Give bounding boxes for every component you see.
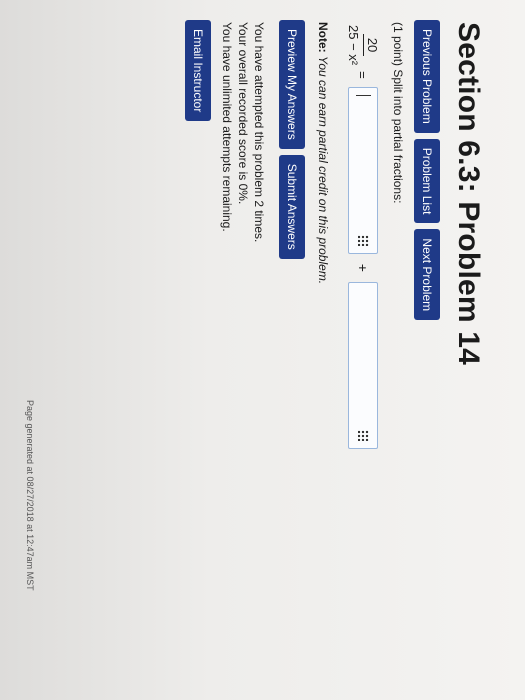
partial-credit-note: Note: You can earn partial credit on thi… xyxy=(316,22,330,284)
answer-actions: Preview My Answers Submit Answers xyxy=(279,20,305,259)
attempt-status: You have attempted this problem 2 times.… xyxy=(219,22,267,242)
remaining-text: You have unlimited attempts remaining. xyxy=(220,22,234,232)
note-text: You can earn partial credit on this prob… xyxy=(316,56,330,285)
fraction-denominator: 25 − x² xyxy=(346,25,361,66)
previous-problem-button[interactable]: Previous Problem xyxy=(414,20,440,133)
equation-row: 20 25 − x² = + xyxy=(346,25,380,449)
submit-answers-button[interactable]: Submit Answers xyxy=(279,154,305,259)
fraction-numerator: 20 xyxy=(363,33,380,57)
page-title: Section 6.3: Problem 14 xyxy=(452,22,485,366)
score-text: Your overall recorded score is 0%. xyxy=(236,22,250,205)
problem-prompt: (1 point) Split into partial fractions: xyxy=(391,22,405,204)
plus-sign: + xyxy=(355,263,371,272)
grid-dots-icon[interactable] xyxy=(358,234,369,246)
text-cursor xyxy=(356,94,371,96)
attempts-text: You have attempted this problem 2 times. xyxy=(252,22,266,243)
answer-input-2[interactable] xyxy=(348,281,378,449)
email-instructor-wrap: Email Instructor xyxy=(185,20,211,122)
page-footer: Page generated at 08/27/2018 at 12:47am … xyxy=(25,400,35,591)
preview-answers-button[interactable]: Preview My Answers xyxy=(279,20,305,149)
problem-navigation: Previous Problem Problem List Next Probl… xyxy=(414,20,440,321)
webwork-problem-page: Section 6.3: Problem 14 Previous Problem… xyxy=(0,0,525,700)
answer-input-1[interactable] xyxy=(348,86,378,254)
note-label: Note: xyxy=(316,22,330,53)
fraction: 20 25 − x² xyxy=(346,25,380,65)
problem-list-button[interactable]: Problem List xyxy=(414,138,440,224)
next-problem-button[interactable]: Next Problem xyxy=(414,229,440,321)
grid-dots-icon[interactable] xyxy=(358,429,369,441)
email-instructor-button[interactable]: Email Instructor xyxy=(185,20,211,122)
equals-sign: = xyxy=(355,71,371,79)
